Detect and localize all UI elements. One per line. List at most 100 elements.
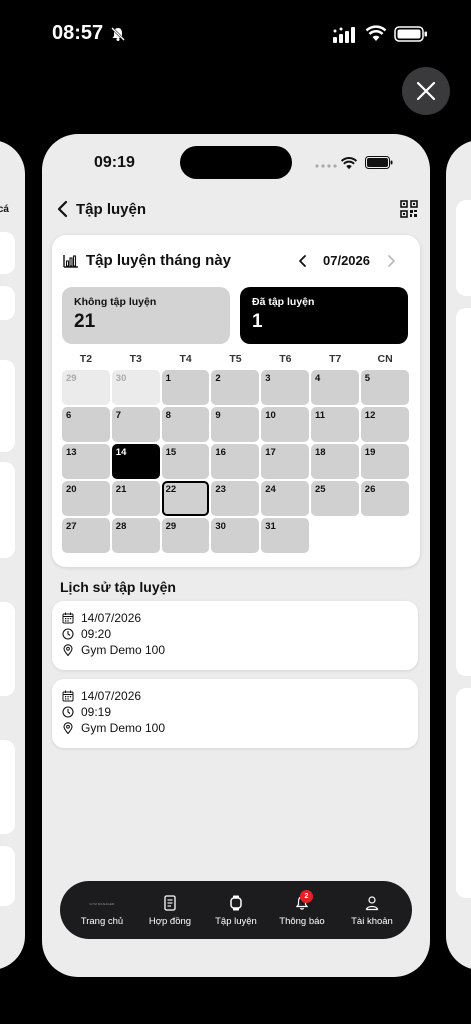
history-location-row: Gym Demo 100 [62, 642, 408, 658]
history-location: Gym Demo 100 [81, 721, 166, 735]
peek-block [0, 462, 15, 558]
calendar-day[interactable]: 12 [360, 407, 409, 442]
calendar-day[interactable]: 3 [261, 370, 309, 405]
tab-contracts[interactable]: Hợp đồng [140, 881, 200, 939]
history-item[interactable]: 14/07/2026 09:19 Gym Demo 100 [52, 679, 418, 748]
history-time-row: 09:19 [62, 704, 408, 720]
close-icon [416, 81, 436, 101]
history-date-row: 14/07/2026 [62, 610, 408, 626]
calendar-day[interactable]: 8 [161, 407, 210, 442]
chevron-left-icon[interactable] [298, 254, 308, 268]
battery-icon [394, 26, 427, 42]
peek-block [0, 360, 15, 452]
calendar-day[interactable]: 5 [360, 370, 409, 405]
not-trained-label: Không tập luyện [74, 296, 157, 308]
weekday-label: T5 [229, 353, 242, 365]
wifi-icon [365, 25, 387, 41]
weekday-label: T7 [329, 353, 342, 365]
battery-icon [365, 156, 393, 169]
trained-stat: Đã tập luyện 1 [240, 287, 408, 344]
peek-block [456, 308, 471, 676]
calendar-title: Tập luyện tháng này [86, 252, 232, 269]
history-date: 14/07/2026 [81, 689, 142, 703]
close-button[interactable] [402, 67, 450, 115]
calendar-day[interactable]: 31 [261, 518, 309, 553]
calendar-grid: 29 30 1 2 3 4 5 6 7 8 9 10 11 12 13 14 15 16 17 18 19 20 21 22 2… [62, 370, 409, 553]
wifi-icon [340, 157, 358, 170]
right-app-card[interactable] [446, 140, 471, 970]
history-date-row: 14/07/2026 [62, 688, 408, 704]
peek-block [0, 232, 15, 274]
history-time: 09:20 [81, 627, 112, 641]
calendar-day[interactable]: 22 [161, 481, 210, 516]
history-title: Lịch sử tập luyện [60, 579, 176, 595]
qr-code-icon[interactable] [400, 200, 418, 218]
calendar-day[interactable]: 29 [161, 518, 210, 553]
calendar-day[interactable]: 13 [62, 444, 110, 479]
calendar-day[interactable]: 18 [310, 444, 359, 479]
weekday-label: T6 [279, 353, 292, 365]
calendar-day[interactable]: 28 [111, 518, 160, 553]
tab-label: Trang chủ [80, 916, 124, 927]
history-date: 14/07/2026 [81, 611, 142, 625]
calendar-day[interactable]: 30 [211, 518, 260, 553]
calendar-day[interactable]: 16 [211, 444, 260, 479]
page-title: Tập luyện [76, 201, 147, 218]
tab-account[interactable]: Tài khoản [340, 881, 404, 939]
calendar-day[interactable]: 4 [310, 370, 359, 405]
clock-icon [62, 628, 74, 640]
tab-label: Thông báo [279, 916, 325, 927]
signal-dots-icon [315, 164, 337, 168]
weekday-header: T2 T3 T4 T5 T6 T7 CN [62, 353, 409, 365]
tab-label: Tập luyện [215, 916, 257, 927]
calendar-day[interactable]: 6 [62, 407, 110, 442]
clock-icon [62, 706, 74, 718]
calendar-day[interactable]: 2 [211, 370, 260, 405]
status-bar-time: 08:57 [52, 22, 104, 44]
calendar-day[interactable]: 27 [62, 518, 110, 553]
calendar-day[interactable]: 23 [211, 481, 260, 516]
calendar-day[interactable]: 30 [111, 370, 160, 405]
dynamic-island [180, 146, 292, 179]
logo-icon: GYM MANAGER [89, 902, 115, 906]
watch-icon [230, 895, 242, 911]
calendar-day[interactable]: 10 [261, 407, 309, 442]
chevron-right-icon[interactable] [386, 254, 396, 268]
calendar-day[interactable]: 14 [111, 444, 160, 479]
tab-training[interactable]: Tập luyện [206, 881, 266, 939]
calendar-day[interactable]: 17 [261, 444, 309, 479]
peek-block [456, 688, 471, 898]
calendar-day[interactable]: 29 [62, 370, 110, 405]
trained-value: 1 [252, 311, 263, 332]
peek-block [0, 740, 15, 834]
bell-muted-icon [111, 27, 125, 41]
trained-label: Đã tập luyện [252, 296, 315, 308]
calendar-day[interactable]: 20 [62, 481, 110, 516]
calendar-day[interactable]: 26 [360, 481, 409, 516]
left-app-card[interactable]: cá [0, 140, 25, 970]
history-item[interactable]: 14/07/2026 09:20 Gym Demo 100 [52, 601, 418, 670]
back-chevron-icon[interactable] [56, 200, 70, 218]
peek-text: cá [0, 204, 9, 215]
calendar-day[interactable]: 25 [310, 481, 359, 516]
calendar-icon [62, 612, 74, 624]
peek-block [456, 200, 471, 296]
tab-label: Tài khoản [351, 916, 393, 927]
tab-notifications[interactable]: Thông báo 2 [274, 881, 330, 939]
calendar-day[interactable]: 1 [161, 370, 210, 405]
calendar-day[interactable]: 24 [261, 481, 309, 516]
app-switcher-screen: 08:57 cá 09:19 Tập luyện Tập luyện tháng… [0, 0, 471, 1024]
tab-label: Hợp đồng [148, 916, 192, 927]
calendar-day[interactable]: 21 [111, 481, 160, 516]
inner-status-time: 09:19 [94, 154, 135, 171]
calendar-day[interactable]: 11 [310, 407, 359, 442]
peek-block [0, 846, 15, 906]
calendar-day[interactable]: 19 [360, 444, 409, 479]
app-card[interactable]: 09:19 Tập luyện Tập luyện tháng này 07/2… [42, 134, 430, 977]
calendar-day[interactable]: 7 [111, 407, 160, 442]
weekday-label: T3 [129, 353, 142, 365]
calendar-day[interactable]: 9 [211, 407, 260, 442]
tab-home[interactable]: GYM MANAGER Trang chủ [70, 881, 134, 939]
calendar-day[interactable]: 15 [161, 444, 210, 479]
history-location-row: Gym Demo 100 [62, 720, 408, 736]
